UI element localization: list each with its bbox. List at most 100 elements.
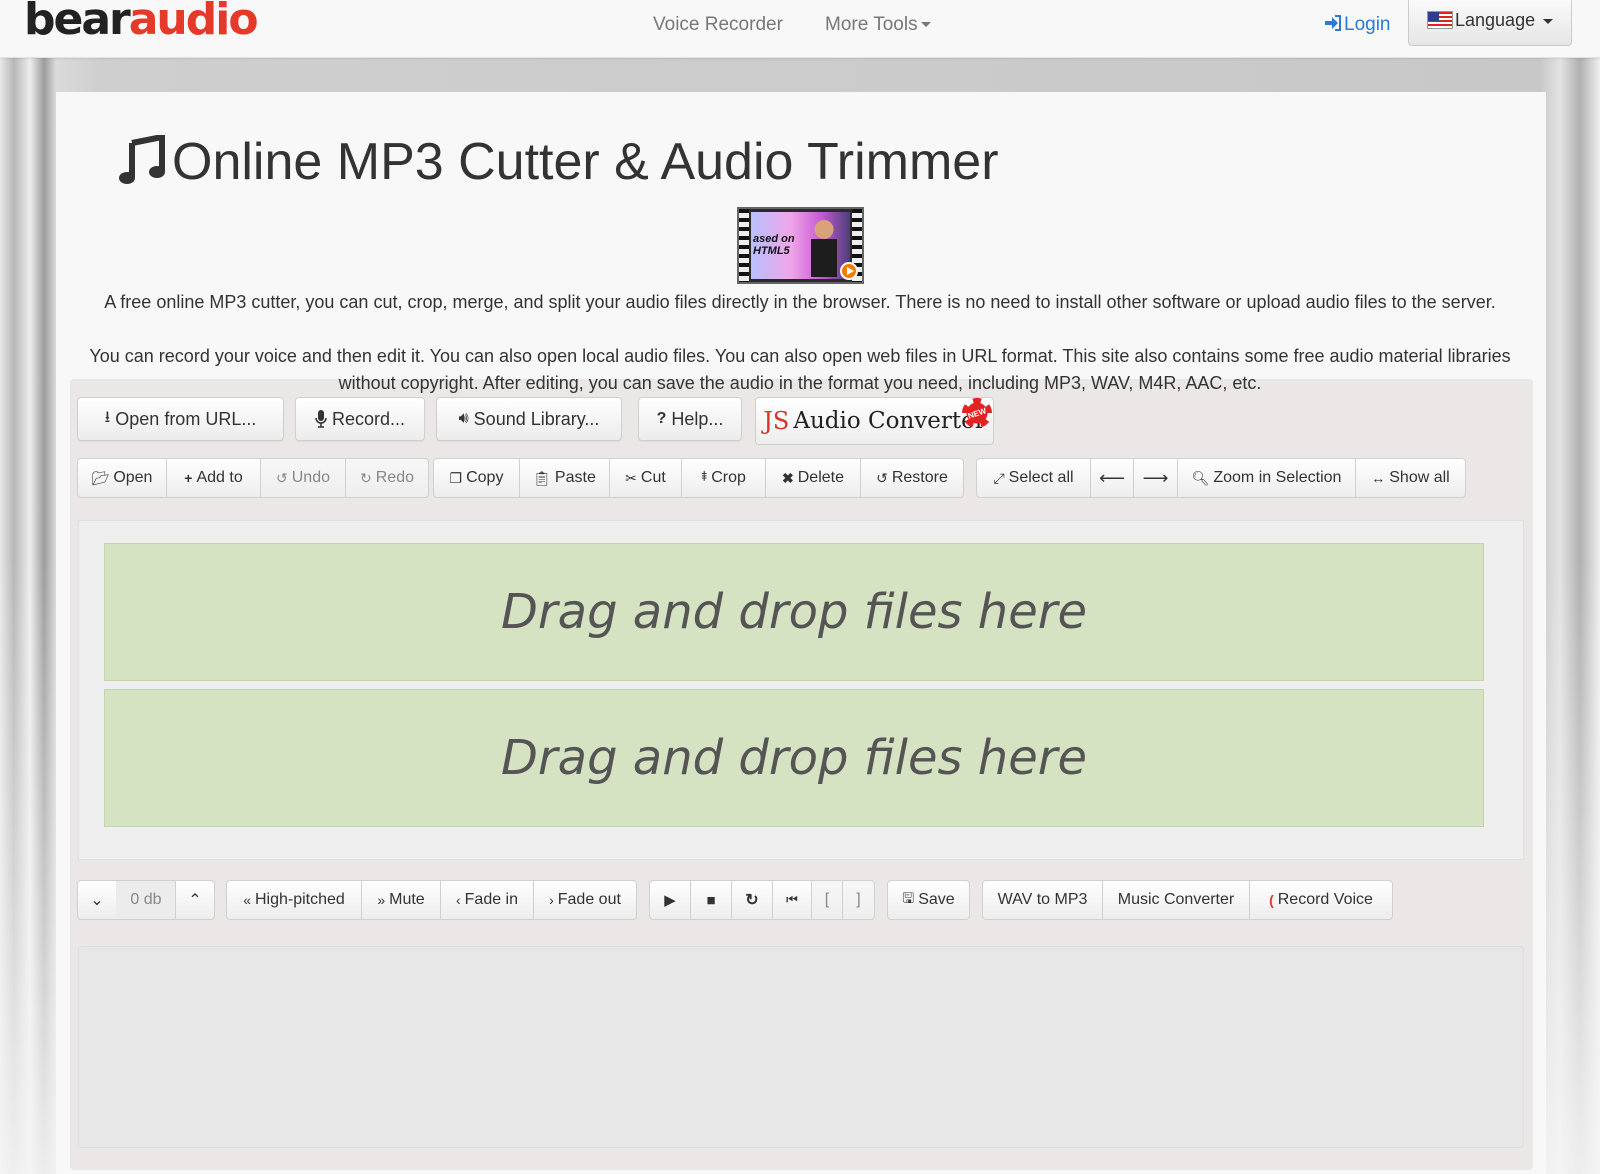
fade-out-button[interactable]: › Fade out [533, 880, 637, 920]
save-label: Save [918, 891, 955, 908]
arrow-left-icon: ⟵ [1099, 467, 1125, 488]
redo-button[interactable]: ↻ Redo [345, 458, 429, 498]
login-icon [1325, 15, 1341, 31]
record-label: Record... [331, 408, 406, 429]
save-button[interactable]: 🖫︎ Save [887, 880, 970, 920]
horizontal-arrows-icon: ↔ [1371, 470, 1386, 486]
record-voice-button[interactable]: (Record Voice [1249, 880, 1393, 920]
chevron-up-icon: ⌃ [188, 892, 202, 909]
save-icon: 🖫︎ [902, 890, 915, 906]
stop-button[interactable]: ■ [690, 880, 732, 920]
undo-button[interactable]: ↺ Undo [260, 458, 346, 498]
arrow-right-icon: ⟶ [1142, 467, 1169, 488]
fade-in-label: Fade in [464, 891, 519, 908]
zoom-selection-label: Zoom in Selection [1213, 469, 1342, 486]
paste-label: Paste [554, 469, 596, 486]
language-label: Language [1455, 10, 1536, 30]
play-button[interactable]: ▶ [649, 880, 691, 920]
double-chevron-up-icon: « [243, 892, 251, 908]
fade-out-label: Fade out [557, 891, 621, 908]
record-voice-icon: ( [1269, 892, 1274, 908]
description-paragraph-1: A free online MP3 cutter, you can cut, c… [104, 292, 1496, 312]
set-start-marker-button[interactable]: [ [811, 880, 843, 920]
loop-button[interactable]: ↻ [731, 880, 773, 920]
add-to-button[interactable]: + Add to [166, 458, 261, 498]
page-title-text: Online MP3 Cutter & Audio Trimmer [172, 133, 999, 191]
restore-icon: ↺ [876, 469, 888, 486]
output-area [78, 946, 1524, 1148]
high-pitched-label: High-pitched [254, 891, 345, 908]
high-pitched-button[interactable]: «High-pitched [226, 880, 362, 920]
copy-label: Copy [466, 469, 504, 486]
delete-button[interactable]: ✖ Delete [765, 458, 861, 498]
question-icon: ? [656, 410, 667, 427]
open-button[interactable]: 📂︎ Open [77, 458, 167, 498]
crop-button[interactable]: ⯒ Crop [681, 458, 766, 498]
language-dropdown[interactable]: Language [1408, 0, 1572, 46]
add-to-label: Add to [196, 469, 243, 486]
folder-open-icon: 📂︎ [91, 469, 110, 486]
js-prefix: JS [763, 407, 790, 435]
top-navbar: bearaudio Voice Recorder More Tools Logi… [0, 0, 1600, 58]
chevron-right-icon: › [549, 892, 554, 908]
js-audio-converter-button[interactable]: JS Audio Converter [755, 397, 994, 445]
nav-more-tools-label: More Tools [825, 14, 918, 35]
zoom-selection-button[interactable]: 🔍︎ Zoom in Selection [1177, 458, 1356, 498]
volume-up-button[interactable]: ⌃ [175, 880, 215, 920]
play-icon: ▶ [664, 892, 676, 909]
site-logo[interactable]: bearaudio [24, 0, 259, 45]
caret-down-icon [1543, 18, 1554, 24]
volume-value: 0 db [116, 880, 176, 920]
thumb-text-line2: HTML5 [753, 245, 790, 257]
cut-label: Cut [640, 469, 666, 486]
move-right-button[interactable]: ⟶ [1133, 458, 1178, 498]
mute-label: Mute [389, 891, 425, 908]
logo-text-audio: audio [128, 0, 259, 45]
sound-library-button[interactable]: 🔊︎ Sound Library... [436, 397, 622, 441]
show-all-button[interactable]: ↔ Show all [1355, 458, 1466, 498]
volume-icon: 🔊︎ [458, 410, 469, 427]
chevron-down-icon: ⌄ [90, 892, 104, 909]
sound-library-label: Sound Library... [473, 408, 600, 429]
cut-button[interactable]: ✂︎ Cut [609, 458, 682, 498]
refresh-icon: ↻ [745, 892, 759, 909]
mute-button[interactable]: » Mute [361, 880, 441, 920]
undo-icon: ↺ [276, 469, 288, 486]
copy-icon: ❐ [449, 469, 463, 486]
show-all-label: Show all [1389, 469, 1450, 486]
open-label: Open [113, 469, 153, 486]
redo-icon: ↻ [360, 469, 372, 486]
copy-button[interactable]: ❐ Copy [433, 458, 520, 498]
video-thumbnail[interactable]: ased on HTML5 [737, 207, 864, 284]
skip-to-start-button[interactable]: ⏮︎ [772, 880, 812, 920]
download-icon: ⭳ [104, 408, 111, 426]
page-title: Online MP3 Cutter & Audio Trimmer [118, 132, 999, 192]
login-link[interactable]: Login [1324, 14, 1391, 36]
help-label: Help... [671, 408, 724, 429]
paste-button[interactable]: 📋︎ Paste [519, 458, 610, 498]
delete-label: Delete [797, 469, 844, 486]
dropzone-bottom[interactable]: Drag and drop files here [104, 689, 1484, 827]
description-paragraph-2: You can record your voice and then edit … [89, 346, 1511, 393]
plus-icon: + [184, 470, 193, 486]
help-button[interactable]: ? Help... [638, 397, 742, 441]
select-all-label: Select all [1008, 469, 1074, 486]
open-from-url-button[interactable]: ⭳ Open from URL... [77, 397, 284, 441]
dropzone-top[interactable]: Drag and drop files here [104, 543, 1484, 681]
select-all-button[interactable]: ⤢ Select all [976, 458, 1091, 498]
move-left-button[interactable]: ⟵ [1090, 458, 1134, 498]
set-end-marker-button[interactable]: ] [842, 880, 875, 920]
record-button[interactable]: Record... [295, 397, 425, 441]
music-converter-button[interactable]: Music Converter [1102, 880, 1250, 920]
nav-more-tools[interactable]: More Tools [825, 14, 931, 36]
music-note-icon [119, 133, 165, 184]
chevron-left-icon: ‹ [455, 892, 461, 908]
fade-in-button[interactable]: ‹ Fade in [440, 880, 534, 920]
nav-voice-recorder[interactable]: Voice Recorder [653, 14, 783, 36]
caret-down-icon [920, 22, 931, 28]
microphone-icon [315, 410, 327, 428]
scissors-icon: ✂︎ [625, 469, 637, 486]
volume-down-button[interactable]: ⌄ [77, 880, 117, 920]
restore-button[interactable]: ↺ Restore [860, 458, 964, 498]
wav-to-mp3-button[interactable]: WAV to MP3 [982, 880, 1103, 920]
